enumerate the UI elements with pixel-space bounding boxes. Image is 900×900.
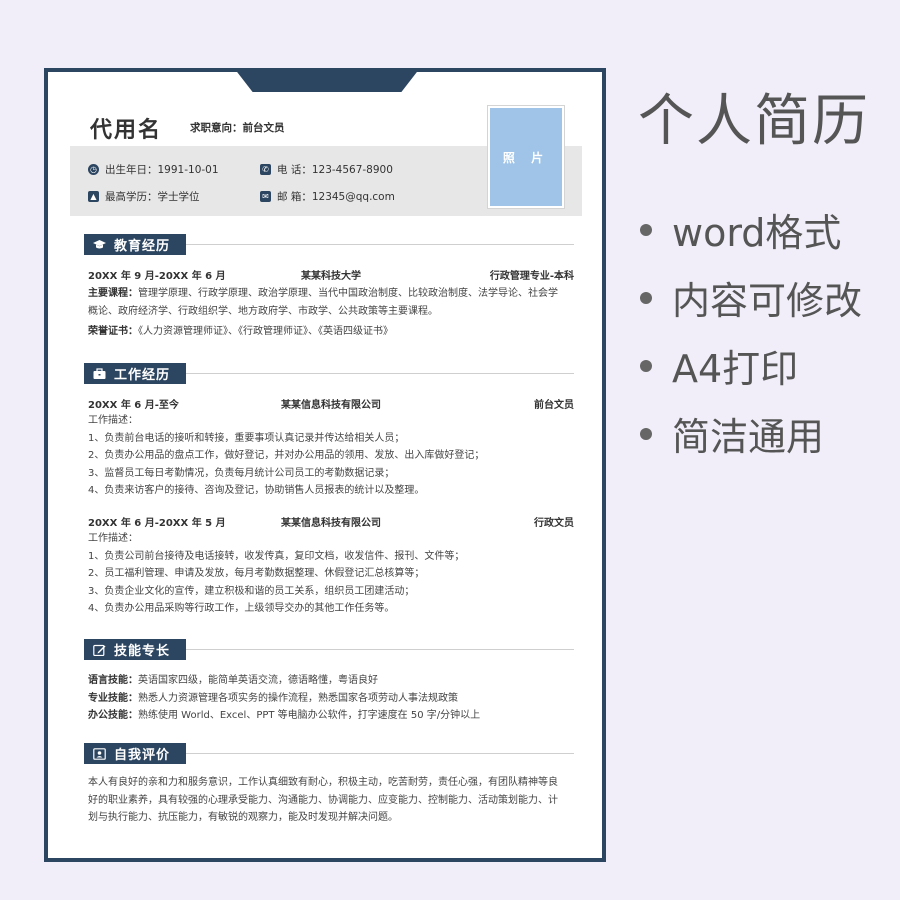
job-2-role: 行政文员 (534, 518, 574, 529)
self-eval-line: 好的职业素养，具有较强的心理承受能力、沟通能力、协调能力、应变能力、控制能力、活… (88, 794, 558, 806)
job-1-role: 前台文员 (534, 400, 574, 411)
mail-icon: ✉ (260, 191, 271, 202)
education-heading: 教育经历 (84, 234, 186, 255)
skill-text: 熟练使用 World、Excel、PPT 等电脑办公软件，打字速度在 50 字/… (138, 710, 481, 722)
bullet-dot (640, 291, 652, 304)
self-eval-text: 本人有良好的亲和力和服务意识，工作认真细致有耐心，积极主动，吃苦耐劳，责任心强，… (88, 774, 578, 827)
skill-text: 英语国家四级，能简单英语交流，德语略懂，粤语良好 (138, 675, 378, 686)
job-2-desc-label: 工作描述： (88, 533, 138, 544)
degree-info: ▲ 最高学历：学士学位 (88, 189, 200, 204)
job-2-line: 4、负责办公用品采购等行政工作，上级领导交办的其他工作任务等。 (88, 603, 395, 615)
self-eval-heading: 自我评价 (84, 743, 186, 764)
job-1-line: 3、监督员工每日考勤情况，负责每月统计公司员工的考勤数据记录； (88, 467, 395, 479)
email-info: ✉ 邮 箱：12345@qq.com (260, 189, 395, 204)
degree-text: 最高学历：学士学位 (105, 191, 200, 203)
photo-placeholder: 照 片 (488, 106, 564, 208)
self-eval-line: 本人有良好的亲和力和服务意识，工作认真细致有耐心，积极主动，吃苦耐劳，责任心强，… (88, 777, 558, 788)
top-tab-decoration (234, 68, 420, 92)
resume-name: 代用名 (90, 118, 163, 143)
skill-label: 语言技能： (88, 675, 138, 686)
job-1-line: 1、负责前台电话的接听和转接，重要事项认真记录并传达给相关人员； (88, 432, 405, 444)
resume-card: 代用名 求职意向：前台文员 ◷ 出生年日：1991-10-01 ✆ 电 话：12… (44, 68, 606, 862)
email-text: 邮 箱：12345@qq.com (277, 191, 395, 203)
job-1-line: 2、负责办公用品的盘点工作，做好登记，并对办公用品的领用、发放、出入库做好登记； (88, 450, 485, 462)
education-honors: 荣誉证书：《人力资源管理师证》、《行政管理师证》、《英语四级证书》 (88, 323, 578, 341)
job-2-period: 20XX 年 6 月-20XX 年 5 月 (88, 518, 226, 529)
bullet-dot (640, 427, 652, 440)
job-1-row: 20XX 年 6 月-至今 某某信息科技有限公司 前台文员 (88, 396, 574, 411)
self-eval-line: 划与执行能力、抗压能力，有敏锐的观察力，能及时发现并解决问题。 (88, 812, 398, 824)
bullet-text: A4打印 (672, 347, 799, 391)
skill-item: 专业技能：熟悉人力资源管理各项实务的操作流程，熟悉国家各项劳动人事法规政策 (88, 690, 578, 708)
graduation-cap-icon: ▲ (88, 191, 99, 202)
job-1-description: 工作描述： 1、负责前台电话的接听和转接，重要事项认真记录并传达给相关人员； 2… (88, 412, 578, 500)
bullet-dot (640, 359, 652, 372)
side-bullet: 内容可修改 (640, 270, 862, 325)
bullet-text: 内容可修改 (672, 279, 863, 323)
job-2-description: 工作描述： 1、负责公司前台接待及电话接转，收发传真，复印文档，收发信件、报刊、… (88, 530, 578, 618)
honors-text: 《人力资源管理师证》、《行政管理师证》、《英语四级证书》 (138, 326, 393, 337)
job-2-row: 20XX 年 6 月-20XX 年 5 月 某某信息科技有限公司 行政文员 (88, 514, 574, 529)
skills-title: 技能专长 (114, 644, 171, 659)
skills-heading: 技能专长 (84, 639, 186, 660)
courses-line-1: 管理学原理、行政学原理、政治学原理、当代中国政治制度、比较政治制度、法学导论、社… (138, 288, 558, 299)
side-bullet: word格式 (640, 202, 841, 257)
id-card-icon (93, 747, 106, 760)
phone-icon: ✆ (260, 164, 271, 175)
work-title: 工作经历 (114, 368, 171, 383)
bullet-text: 简洁通用 (672, 415, 825, 459)
work-heading: 工作经历 (84, 363, 186, 384)
job-1-desc-label: 工作描述： (88, 415, 138, 426)
skill-item: 语言技能：英语国家四级，能简单英语交流，德语略懂，粤语良好 (88, 672, 578, 690)
courses-line-2: 概论、政府经济学、行政组织学、地方政府学、市政学、公共政策等主要课程。 (88, 305, 438, 317)
honors-label: 荣誉证书： (88, 326, 138, 337)
bullet-text: word格式 (672, 211, 842, 255)
briefcase-icon (93, 367, 106, 379)
job-1-period: 20XX 年 6 月-至今 (88, 400, 179, 411)
job-2-line: 2、员工福利管理、申请及发放，每月考勤数据整理、休假登记汇总核算等； (88, 568, 425, 580)
courses-label: 主要课程： (88, 288, 138, 299)
skill-label: 专业技能： (88, 692, 138, 704)
education-period: 20XX 年 9 月-20XX 年 6 月 (88, 271, 226, 282)
education-major: 行政管理专业-本科 (489, 271, 574, 282)
clock-icon: ◷ (88, 164, 99, 175)
education-row: 20XX 年 9 月-20XX 年 6 月 某某科技大学 行政管理专业-本科 (88, 267, 574, 282)
birth-text: 出生年日：1991-10-01 (105, 164, 219, 176)
job-intent: 求职意向：前台文员 (190, 122, 285, 134)
phone-text: 电 话：123-4567-8900 (277, 164, 393, 176)
skills-list: 语言技能：英语国家四级，能简单英语交流，德语略懂，粤语良好 专业技能：熟悉人力资… (88, 672, 578, 725)
job-2-line: 3、负责企业文化的宣传，建立积极和谐的员工关系，组织员工团建活动； (88, 585, 415, 597)
side-title: 个人简历 (638, 89, 870, 154)
skill-text: 熟悉人力资源管理各项实务的操作流程，熟悉国家各项劳动人事法规政策 (138, 692, 458, 704)
self-eval-title: 自我评价 (114, 748, 171, 763)
side-bullet: 简洁通用 (640, 406, 824, 461)
education-courses: 主要课程：管理学原理、行政学原理、政治学原理、当代中国政治制度、比较政治制度、法… (88, 285, 578, 320)
skill-item: 办公技能：熟练使用 World、Excel、PPT 等电脑办公软件，打字速度在 … (88, 707, 578, 725)
phone-info: ✆ 电 话：123-4567-8900 (260, 162, 393, 177)
graduation-cap-icon (93, 239, 106, 248)
edit-icon (93, 644, 106, 656)
education-title: 教育经历 (114, 239, 171, 254)
birth-info: ◷ 出生年日：1991-10-01 (88, 162, 219, 177)
side-bullet: A4打印 (640, 338, 798, 393)
job-1-line: 4、负责来访客户的接待、咨询及登记，协助销售人员报表的统计以及整理。 (88, 485, 425, 497)
job-2-line: 1、负责公司前台接待及电话接转，收发传真，复印文档，收发信件、报刊、文件等； (88, 550, 465, 562)
bullet-dot (640, 223, 652, 236)
skill-label: 办公技能： (88, 710, 138, 722)
